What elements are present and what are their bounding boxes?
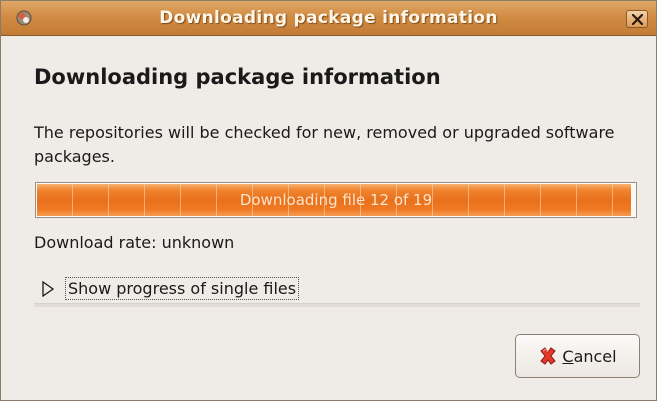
window-title: Downloading package information (159, 8, 498, 28)
separator (34, 303, 640, 307)
dialog-window: Downloading package information Download… (0, 0, 657, 401)
cancel-button[interactable]: Cancel (515, 334, 640, 378)
close-button[interactable] (626, 10, 648, 28)
title-bar[interactable]: Downloading package information (1, 1, 656, 36)
expander-label[interactable]: Show progress of single files (65, 277, 300, 300)
cancel-label-rest: ancel (573, 346, 617, 366)
dialog-description: The repositories will be checked for new… (34, 123, 615, 166)
close-icon (632, 14, 643, 25)
single-files-expander[interactable]: Show progress of single files (41, 277, 300, 300)
download-rate: Download rate: unknown (34, 233, 235, 252)
cancel-label: Cancel (562, 347, 616, 366)
progress-text: Downloading file 12 of 19 (239, 191, 433, 209)
expander-arrow-icon (42, 280, 55, 297)
progress-bar: Downloading file 12 of 19 (35, 182, 637, 218)
cancel-icon (540, 347, 557, 365)
dialog-heading: Downloading package information (34, 65, 441, 89)
cancel-mnemonic: C (562, 346, 574, 366)
